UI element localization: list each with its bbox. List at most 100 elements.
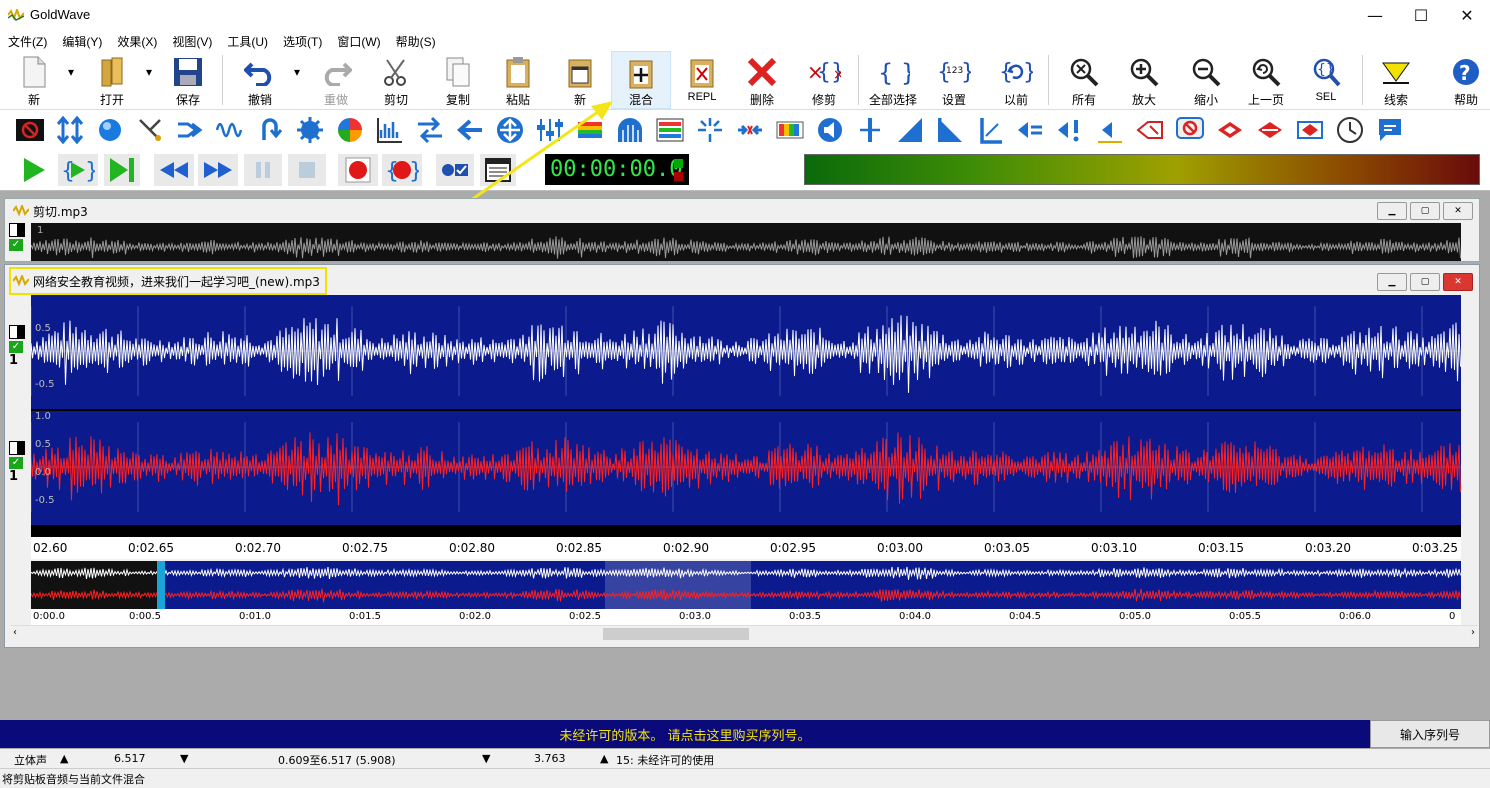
close-button[interactable]: ✕ [1444,0,1490,31]
volume-marker-icon[interactable] [1096,116,1124,144]
split-marker-icon[interactable] [1296,116,1324,144]
horizontal-scrollbar[interactable]: ‹ › [11,625,1477,642]
trim-button[interactable]: ×{}× 修剪 [804,51,844,109]
minimize-button[interactable]: — [1352,0,1398,31]
document-window-main[interactable]: 网络安全教育视频，进来我们一起学习吧_(new).mp3 ▁ ▢ ✕ ✓ 1 ✓… [4,264,1480,648]
menu-help[interactable]: 帮助(S) [388,31,443,51]
red-diamond-icon[interactable] [1216,116,1244,144]
document-window-cut[interactable]: 剪切.mp3 ▁ ▢ ✕ ✓ 1 [4,198,1480,262]
dc-offset-icon[interactable] [16,116,44,144]
play-selection-button[interactable]: {} [58,154,98,186]
channel-mode-arrow-icon[interactable]: ▲ [60,752,68,765]
spectrum-grid-icon[interactable] [656,116,684,144]
delete-button[interactable]: 删除 [742,51,782,109]
waveform-view-mini[interactable]: 1 [30,223,1461,261]
selection-dropdown-icon[interactable]: ▼ [482,752,490,765]
left-channel-toggle[interactable] [9,325,25,339]
doc-close-button[interactable]: ✕ [1443,202,1473,220]
globe-echo-icon[interactable] [96,116,124,144]
zoom-out-button[interactable]: 缩小 [1186,51,1226,109]
speech-bubble-icon[interactable] [1376,116,1404,144]
set-button[interactable]: {123} 设置 [934,51,974,109]
previous-selection-button[interactable]: {} 以前 [996,51,1036,109]
color-bands-icon[interactable] [776,116,804,144]
zoom-all-button[interactable]: 所有 [1064,51,1104,109]
record-button[interactable] [338,154,378,186]
waveform-view[interactable]: 0.5 -0.5 1.0 0.5 0.0 -0.5 [30,295,1461,537]
doc-maximize-button[interactable]: ▢ [1410,202,1440,220]
doc-minimize-button[interactable]: ▁ [1377,273,1407,291]
pause-button[interactable] [244,154,282,186]
compress-arrows-icon[interactable] [736,116,764,144]
color-wheel-icon[interactable] [336,116,364,144]
play-to-end-button[interactable] [104,154,140,186]
previous-page-button[interactable]: 上一页 [1242,51,1290,109]
timeline-ruler[interactable]: 02.60 0:02.65 0:02.70 0:02.75 0:02.80 0:02.85… [31,537,1461,559]
menu-view[interactable]: 视图(V) [164,31,219,51]
menu-file[interactable]: 文件(Z) [0,31,54,51]
equalizer-chart-icon[interactable] [376,116,404,144]
stretch-arrows-icon[interactable] [56,116,84,144]
clock-icon[interactable] [1336,116,1364,144]
doc-minimize-button[interactable]: ▁ [1377,202,1407,220]
start-marker-icon[interactable] [976,116,1004,144]
cut-button[interactable]: 剪切 [376,51,416,109]
selection-start-marker[interactable] [157,561,165,609]
red-arrow-tag-icon[interactable] [1136,116,1164,144]
select-all-button[interactable]: { } 全部选择 [866,51,920,109]
play-button[interactable] [14,154,54,186]
spark-burst-icon[interactable] [696,116,724,144]
scroll-left-icon[interactable]: ‹ [13,627,17,638]
speaker-icon[interactable] [816,116,844,144]
maximize-button[interactable]: ☐ [1398,0,1444,31]
zoom-selection-button[interactable]: {} SEL [1306,51,1346,109]
gear-effect-icon[interactable] [296,116,324,144]
merge-arrow-icon[interactable] [176,116,204,144]
fast-forward-button[interactable] [198,154,238,186]
save-button[interactable]: 保存 [168,51,208,109]
menu-effects[interactable]: 效果(X) [109,31,164,51]
open-dropdown[interactable]: ▾ [140,51,158,109]
right-channel-toggle[interactable] [9,441,25,455]
menu-options[interactable]: 选项(T) [275,31,329,51]
red-diamond-alt-icon[interactable] [1256,116,1284,144]
zoom-in-button[interactable]: 放大 [1124,51,1164,109]
stop-button[interactable] [288,154,326,186]
help-button[interactable]: ? 帮助 [1446,51,1486,109]
channel-toggle[interactable] [9,223,25,237]
marker-tick-icon[interactable] [856,116,884,144]
length-dropdown-icon[interactable]: ▼ [180,752,188,765]
reverse-loop-icon[interactable] [256,116,284,144]
enter-serial-button[interactable]: 输入序列号 [1370,720,1490,748]
scrollbar-thumb[interactable] [603,628,749,640]
swap-arrows-icon[interactable] [416,116,444,144]
new-dropdown[interactable]: ▾ [62,51,80,109]
redo-button[interactable]: 重做 [316,51,356,109]
unlicensed-message[interactable]: 未经许可的版本。 请点击这里购买序列号。 [0,725,1370,744]
menu-window[interactable]: 窗口(W) [329,31,387,51]
fade-out-icon[interactable] [936,116,964,144]
scroll-right-icon[interactable]: › [1471,627,1475,638]
right-channel-checkbox[interactable]: ✓ [9,457,23,469]
overview-view[interactable] [30,561,1461,609]
channel-cross-icon[interactable] [136,116,164,144]
menu-edit[interactable]: 编辑(Y) [54,31,109,51]
new-button[interactable]: 新 [14,51,54,109]
position-arrow-icon[interactable]: ▲ [600,752,608,765]
volume-alert-icon[interactable] [1056,116,1084,144]
no-sign-bubble-icon[interactable] [1176,116,1204,144]
channel-enabled-checkbox[interactable]: ✓ [9,239,23,251]
open-button[interactable]: 打开 [92,51,132,109]
sine-wave-icon[interactable] [216,116,244,144]
volume-equal-icon[interactable] [1016,116,1044,144]
undo-button[interactable]: 撤销 [238,51,282,109]
left-channel-checkbox[interactable]: ✓ [9,341,23,353]
fade-in-icon[interactable] [896,116,924,144]
record-selection-button[interactable]: {} [382,154,422,186]
replace-button[interactable]: REPL [682,51,722,109]
cue-button[interactable]: 线索 [1376,51,1416,109]
rewind-button[interactable] [154,154,194,186]
undo-dropdown[interactable]: ▾ [288,51,306,109]
doc-close-button[interactable]: ✕ [1443,273,1473,291]
doc-maximize-button[interactable]: ▢ [1410,273,1440,291]
